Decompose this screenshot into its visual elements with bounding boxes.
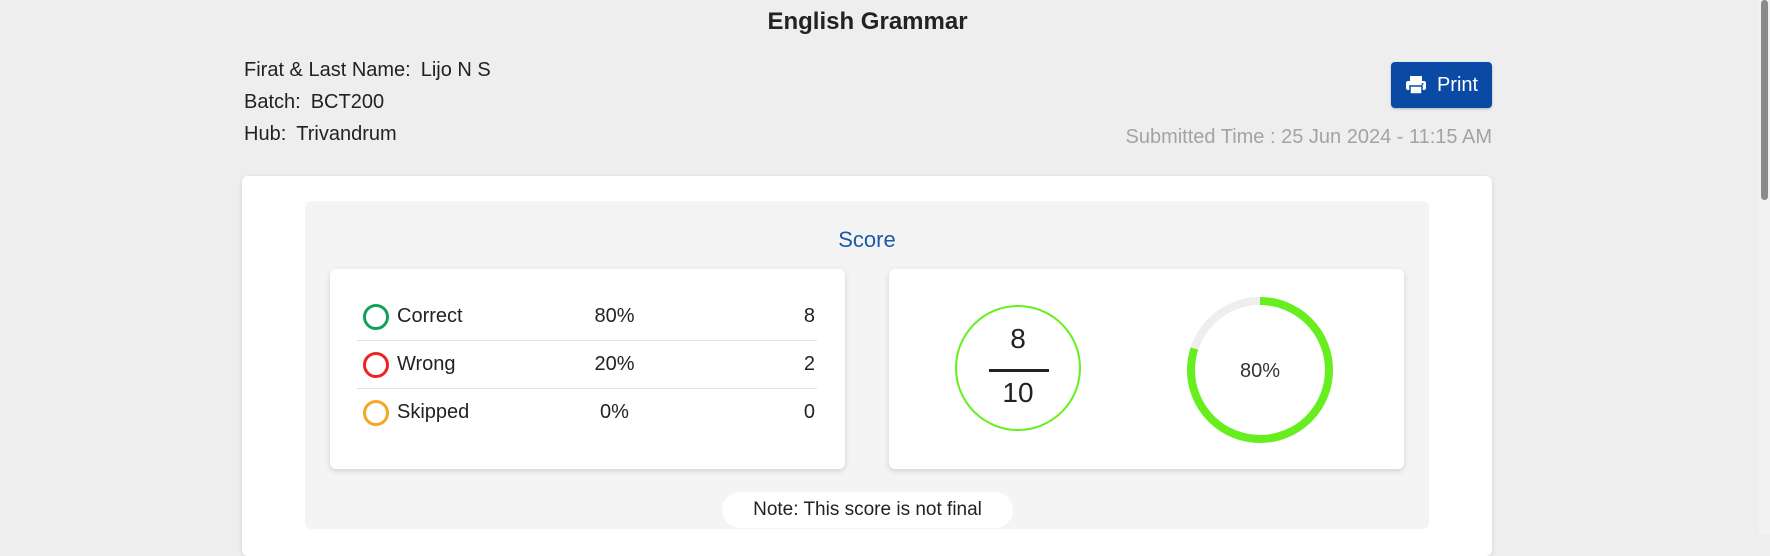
stat-row-skipped: Skipped 0% 0 [357, 389, 817, 436]
scrollbar-thumb[interactable] [1761, 0, 1768, 200]
student-batch-row: Batch: BCT200 [244, 88, 491, 120]
score-progress-ring: 80% [1187, 297, 1333, 443]
score-percent-label: 80% [1240, 360, 1280, 382]
hub-label: Hub: [244, 123, 287, 145]
page-title: English Grammar [767, 8, 968, 35]
batch-value: BCT200 [310, 91, 385, 113]
score-numerator: 8 [1010, 323, 1026, 354]
stat-percent: 0% [600, 401, 629, 423]
page-scrollbar[interactable] [1759, 0, 1770, 534]
stat-count: 0 [803, 401, 815, 423]
name-label: Firat & Last Name: [244, 59, 411, 81]
printer-icon [1405, 75, 1427, 95]
hub-value: Trivandrum [296, 123, 397, 145]
student-hub-row: Hub: Trivandrum [244, 120, 491, 152]
stat-percent: 20% [594, 353, 635, 375]
print-button[interactable]: Print [1391, 62, 1492, 108]
result-card: Score Correct 80% 8 Wrong 20% 2 Skipped … [242, 176, 1492, 556]
score-breakdown: Correct 80% 8 Wrong 20% 2 Skipped 0% 0 [330, 269, 845, 469]
stat-label: Wrong [397, 353, 456, 375]
stat-row-wrong: Wrong 20% 2 [357, 341, 817, 389]
score-denominator: 10 [1002, 377, 1034, 408]
batch-label: Batch: [244, 91, 301, 113]
score-fraction: 8 10 [955, 305, 1081, 431]
stat-count: 2 [803, 353, 815, 375]
score-panel: Score Correct 80% 8 Wrong 20% 2 Skipped … [305, 201, 1429, 529]
stat-label: Correct [397, 305, 463, 327]
stat-label: Skipped [397, 401, 470, 423]
fraction-bar [989, 369, 1049, 372]
score-visuals: 8 10 80% [889, 269, 1404, 469]
submitted-time: Submitted Time : 25 Jun 2024 - 11:15 AM [1125, 126, 1492, 148]
wrong-circle-icon [363, 351, 389, 378]
student-name-row: Firat & Last Name: Lijo N S [244, 56, 491, 88]
print-label: Print [1436, 73, 1479, 96]
skipped-circle-icon [363, 399, 389, 426]
stat-row-correct: Correct 80% 8 [357, 293, 817, 341]
stat-count: 8 [803, 305, 815, 327]
correct-circle-icon [363, 303, 389, 330]
score-note: Note: This score is not final [722, 492, 1013, 528]
stat-percent: 80% [594, 305, 635, 327]
student-info: Firat & Last Name: Lijo N S Batch: BCT200 … [244, 56, 491, 152]
score-title: Score [838, 227, 896, 252]
name-value: Lijo N S [420, 59, 491, 81]
